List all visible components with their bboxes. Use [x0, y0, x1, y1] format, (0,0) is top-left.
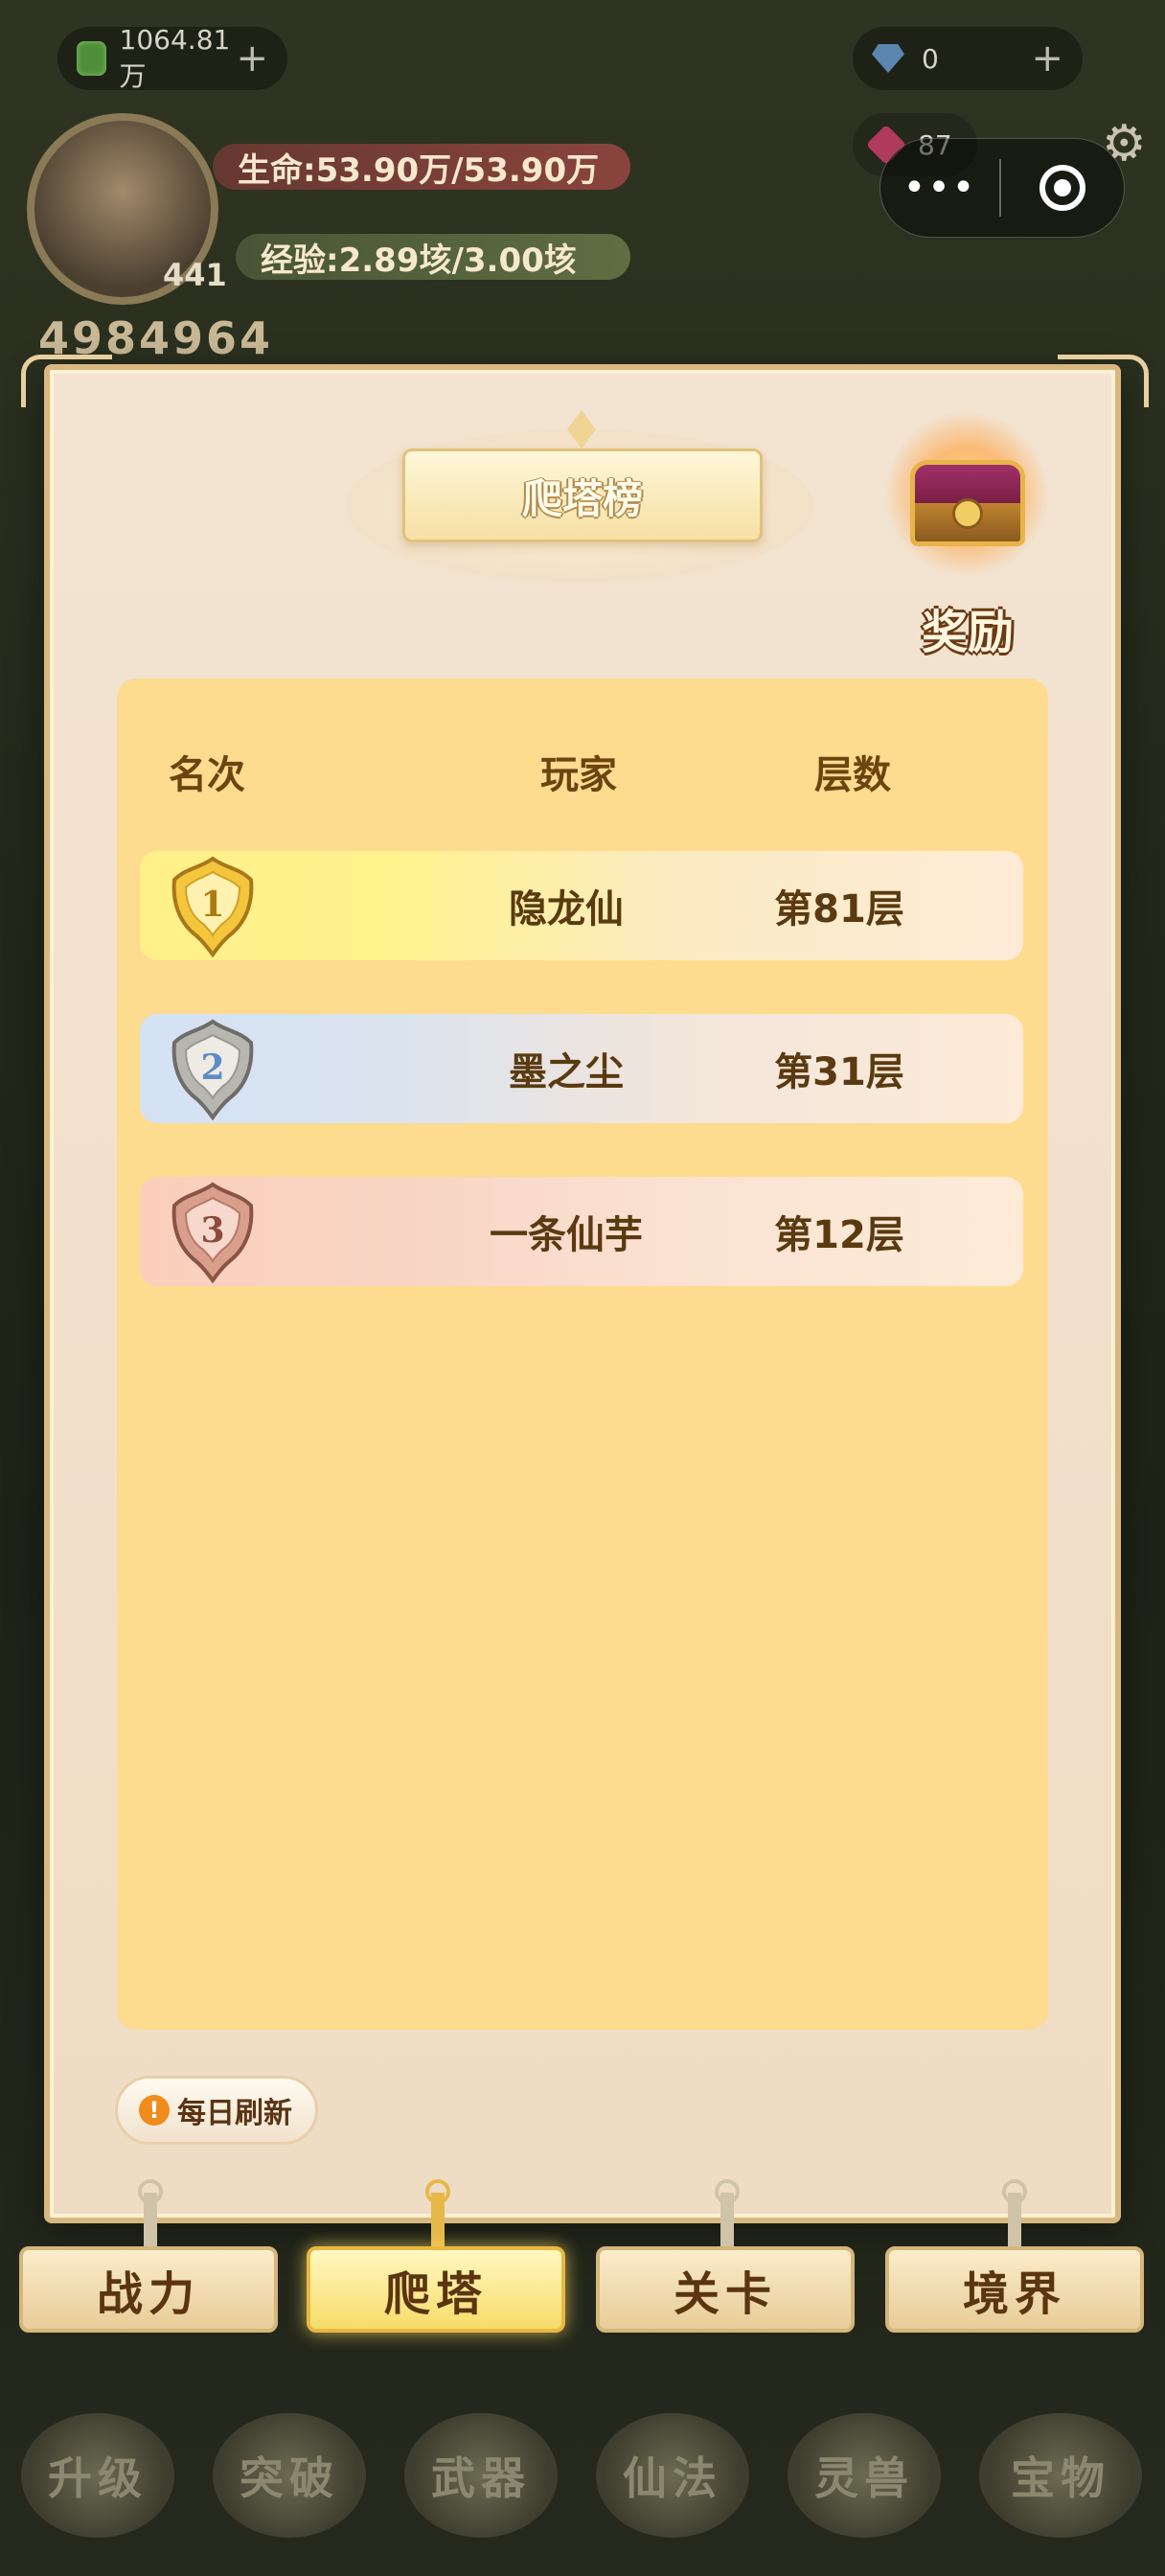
- table-row[interactable]: 1 隐龙仙 第81层: [140, 851, 1023, 960]
- table-row[interactable]: 2 墨之尘 第31层: [140, 1014, 1023, 1123]
- table-row[interactable]: 3 一条仙芋 第12层: [140, 1177, 1023, 1286]
- player-name: 一条仙芋: [490, 1213, 643, 1257]
- more-menu-icon[interactable]: •••: [880, 166, 999, 210]
- info-icon: !: [139, 2095, 170, 2126]
- panel-title: 爬塔榜: [402, 448, 763, 542]
- ranking-table: 名次 玩家 层数 1 隐龙仙 第81层 2 墨之尘 第31层 3 一条仙芋 第1…: [117, 678, 1048, 2030]
- header-rank: 名次: [169, 753, 245, 797]
- add-diamond-icon[interactable]: +: [1031, 36, 1063, 80]
- tab-hook: [715, 2179, 740, 2248]
- miniprogram-capsule: •••: [879, 138, 1125, 238]
- diamond-value: 0: [922, 42, 939, 75]
- currency-pill[interactable]: 1064.81万 +: [57, 24, 287, 92]
- diamond-icon: [872, 44, 904, 73]
- tab-hook: [138, 2179, 163, 2248]
- tab-hook: [1002, 2179, 1027, 2248]
- record-circle-icon: [1039, 165, 1085, 211]
- tab-hook-active: [425, 2179, 450, 2248]
- gear-icon[interactable]: ⚙: [1102, 115, 1147, 172]
- floor-value: 第81层: [774, 887, 904, 932]
- exp-bar: 经验:2.89垓/3.00垓: [236, 234, 630, 280]
- floor-value: 第12层: [774, 1213, 904, 1257]
- skill-magic-button[interactable]: 仙法: [596, 2413, 749, 2538]
- tab-realm[interactable]: 境界: [885, 2246, 1144, 2333]
- player-level: 441: [163, 257, 227, 293]
- gold-medal-icon: 1: [159, 851, 266, 960]
- corner-ornament-right: [1058, 355, 1149, 407]
- tab-power[interactable]: 战力: [19, 2246, 278, 2333]
- floor-value: 第31层: [774, 1050, 904, 1094]
- hp-bar: 生命:53.90万/53.90万: [213, 144, 630, 190]
- skill-upgrade-button[interactable]: 升级: [21, 2413, 174, 2538]
- reward-button[interactable]: 奖励: [872, 402, 1063, 661]
- header-player: 玩家: [540, 753, 617, 797]
- jade-icon: [77, 41, 106, 76]
- add-currency-icon[interactable]: +: [236, 36, 268, 80]
- tab-stage[interactable]: 关卡: [596, 2246, 855, 2333]
- player-name: 隐龙仙: [509, 887, 624, 932]
- tab-tower[interactable]: 爬塔: [307, 2246, 565, 2333]
- medal-rank-text: 2: [200, 1047, 224, 1088]
- reward-label: 奖励: [921, 606, 1014, 659]
- diamond-pill[interactable]: 0 +: [853, 27, 1083, 90]
- bronze-medal-icon: 3: [159, 1177, 266, 1286]
- skill-treasure-button[interactable]: 宝物: [979, 2413, 1142, 2538]
- medal-rank-text: 3: [200, 1210, 224, 1251]
- daily-refresh-label: 每日刷新: [177, 2097, 292, 2130]
- player-name: 墨之尘: [509, 1050, 624, 1094]
- skill-weapon-button[interactable]: 武器: [404, 2413, 558, 2538]
- header-floor: 层数: [814, 753, 891, 797]
- skill-breakthrough-button[interactable]: 突破: [213, 2413, 366, 2538]
- corner-ornament-left: [21, 355, 112, 407]
- chest-lock-icon: [952, 498, 983, 529]
- medal-rank-text: 1: [200, 885, 224, 925]
- skill-beast-button[interactable]: 灵兽: [788, 2413, 941, 2538]
- silver-medal-icon: 2: [159, 1014, 266, 1123]
- daily-refresh-badge: ! 每日刷新: [115, 2076, 318, 2145]
- currency-value: 1064.81万: [119, 23, 231, 92]
